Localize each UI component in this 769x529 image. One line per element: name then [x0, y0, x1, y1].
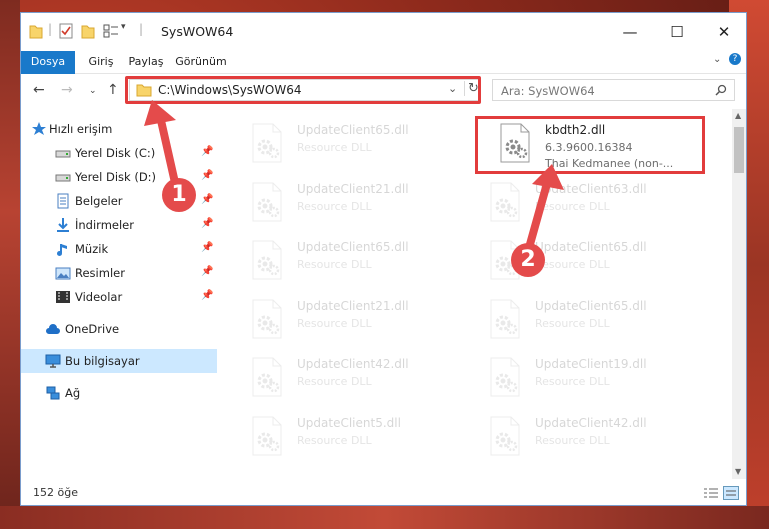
annotation-badge-1: 1 [162, 178, 196, 212]
arrow-1-head [144, 100, 176, 126]
arrow-2-head [532, 164, 564, 190]
annotation-badge-2: 2 [511, 243, 545, 277]
annotation-arrows [144, 100, 564, 259]
